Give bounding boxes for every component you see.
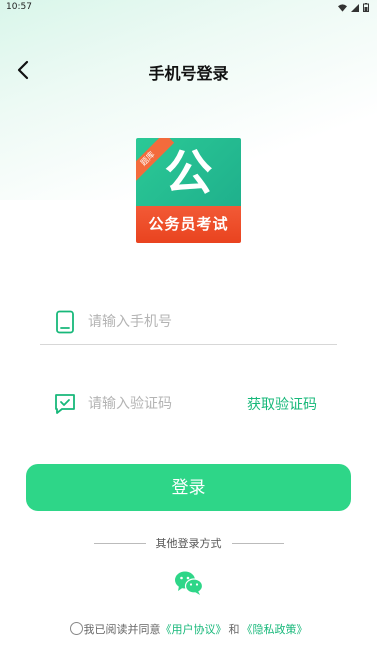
- agreement: 我已阅读并同意《用户协议》和《隐私政策》: [0, 621, 377, 637]
- status-icons: [338, 3, 369, 12]
- code-input[interactable]: [88, 392, 268, 416]
- privacy-policy-link[interactable]: 《隐私政策》: [242, 623, 308, 636]
- logo-text: 公务员考试: [148, 215, 229, 233]
- status-time: 10:57: [6, 2, 32, 12]
- wechat-icon: [175, 571, 204, 595]
- header: 手机号登录: [0, 52, 377, 88]
- wifi-icon: [338, 3, 347, 12]
- agreement-radio[interactable]: [69, 622, 83, 635]
- phone-field: [40, 300, 337, 345]
- wechat-login-button[interactable]: [174, 570, 204, 596]
- login-button[interactable]: 登录: [26, 464, 351, 511]
- agreement-prefix: 我已阅读并同意: [83, 623, 161, 636]
- page-title: 手机号登录: [148, 64, 229, 83]
- phone-input[interactable]: [88, 310, 268, 334]
- user-agreement-link[interactable]: 《用户协议》: [161, 623, 227, 636]
- battery-icon: [363, 3, 369, 12]
- other-login-label: 其他登录方式: [155, 537, 222, 550]
- status-bar: 10:57: [0, 0, 377, 16]
- signal-icon: [351, 3, 359, 12]
- logo-char: 公: [164, 145, 213, 201]
- get-code-button[interactable]: 获取验证码: [247, 394, 317, 414]
- message-check-icon: [55, 394, 75, 414]
- divider-right: [232, 543, 284, 544]
- phone-icon: [56, 310, 74, 334]
- app-logo: 题库 公 公务员考试: [136, 138, 241, 243]
- agreement-and: 和: [228, 623, 240, 636]
- code-field: 获取验证码: [40, 382, 337, 426]
